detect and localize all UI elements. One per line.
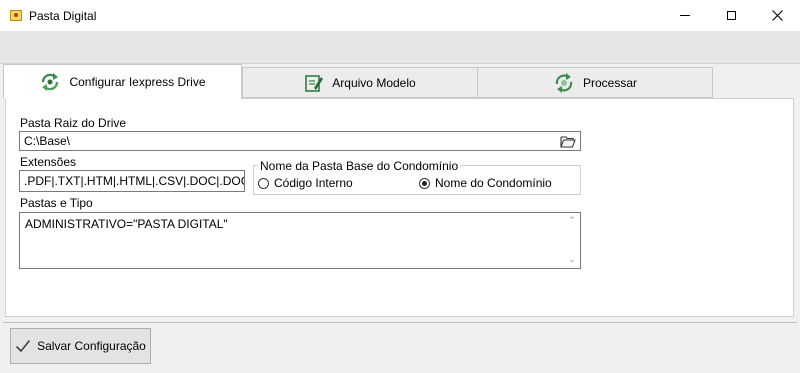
nome-pasta-base-legend: Nome da Pasta Base do Condomínio [258, 159, 461, 173]
save-button-label: Salvar Configuração [37, 339, 146, 353]
window-title: Pasta Digital [29, 9, 97, 23]
folder-star-icon [10, 10, 22, 21]
save-configuration-button[interactable]: Salvar Configuração [10, 328, 151, 364]
open-folder-icon [560, 135, 576, 148]
radio-codigo-interno[interactable]: Código Interno [258, 176, 353, 190]
scroll-down-icon[interactable]: ⌄ [566, 254, 578, 264]
pastas-tipo-text: ADMINISTRATIVO="PASTA DIGITAL" [25, 217, 228, 231]
maximize-icon [726, 11, 736, 20]
edit-document-icon [305, 74, 324, 92]
extensoes-input[interactable]: .PDF|.TXT|.HTM|.HTML|.CSV|.DOC|.DOCX [19, 170, 245, 192]
pasta-raiz-label: Pasta Raiz do Drive [20, 116, 127, 130]
tab-arquivo-modelo[interactable]: Arquivo Modelo [242, 67, 478, 98]
refresh-cycle-icon [42, 73, 59, 91]
pastas-tipo-label: Pastas e Tipo [20, 196, 93, 210]
maximize-button[interactable] [708, 0, 754, 31]
tab-label: Processar [582, 75, 638, 90]
bottom-divider [3, 322, 797, 323]
tab-configurar-iexpress-drive[interactable]: Configurar Iexpress Drive [3, 64, 242, 99]
close-icon [771, 10, 783, 21]
process-cycle-icon [555, 72, 573, 93]
browse-folder-button[interactable] [558, 133, 578, 149]
checkmark-icon [16, 339, 31, 353]
tab-processar[interactable]: Processar [477, 67, 713, 98]
radio-button-checked [419, 177, 430, 189]
close-button[interactable] [754, 0, 800, 31]
minimize-button[interactable] [662, 0, 708, 31]
radio-button-unchecked [258, 177, 269, 189]
tab-label: Configurar Iexpress Drive [69, 75, 206, 89]
pasta-raiz-input[interactable]: C:\Base\ [19, 131, 581, 151]
extensoes-label: Extensões [20, 155, 77, 169]
radio-nome-condominio[interactable]: Nome do Condomínio [419, 176, 552, 190]
minimize-icon [680, 15, 690, 16]
tab-label: Arquivo Modelo [332, 75, 416, 90]
radio-label: Nome do Condomínio [435, 176, 552, 190]
toolbar-strip [0, 31, 800, 64]
scroll-up-icon[interactable]: ⌃ [566, 215, 578, 225]
radio-label: Código Interno [274, 176, 353, 190]
